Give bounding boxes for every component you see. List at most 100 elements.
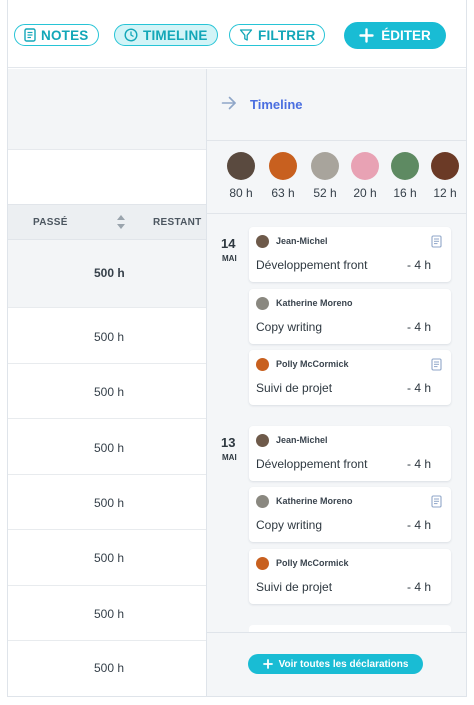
notes-label: NOTES bbox=[41, 27, 89, 43]
table-row[interactable]: 500 h bbox=[8, 530, 206, 586]
person-summary[interactable]: 52 h bbox=[305, 152, 345, 200]
clock-icon bbox=[124, 28, 138, 42]
avatar bbox=[431, 152, 459, 180]
avatar bbox=[269, 152, 297, 180]
card-duration: - 4 h bbox=[406, 258, 431, 272]
passe-cell: 500 h bbox=[94, 661, 125, 675]
day-month: MAI bbox=[222, 254, 237, 263]
person-summary[interactable]: 20 h bbox=[345, 152, 385, 200]
timeline-card[interactable]: Katherine Moreno Copy writing - 4 h bbox=[249, 487, 451, 542]
day-month: MAI bbox=[222, 453, 237, 462]
card-duration: - 4 h bbox=[406, 518, 431, 532]
see-all-declarations-button[interactable]: Voir toutes les déclarations bbox=[248, 654, 423, 674]
timeline-card[interactable]: Katherine Moreno Copy writing - 4 h bbox=[249, 289, 451, 344]
card-task: Copy writing bbox=[256, 518, 323, 532]
panel-footer: Voir toutes les déclarations bbox=[207, 632, 466, 696]
card-person: Katherine Moreno bbox=[276, 496, 353, 506]
day-label: 14 MAI bbox=[221, 236, 237, 263]
sort-icon[interactable] bbox=[116, 214, 126, 230]
document-icon[interactable] bbox=[431, 358, 442, 371]
passe-cell: 500 h bbox=[94, 551, 125, 565]
card-task: Développement front bbox=[256, 258, 368, 272]
filter-button[interactable]: FILTRER bbox=[229, 24, 326, 46]
passe-cell: 500 h bbox=[94, 330, 125, 344]
person-summary[interactable]: 63 h bbox=[263, 152, 303, 200]
person-summary[interactable]: 12 h bbox=[425, 152, 465, 200]
people-strip: 80 h 63 h 52 h 20 h 16 h 12 h bbox=[207, 140, 466, 214]
table-row[interactable]: 500 h bbox=[8, 586, 206, 641]
table-spacer bbox=[8, 69, 206, 150]
person-hours: 63 h bbox=[271, 186, 295, 200]
document-icon[interactable] bbox=[431, 235, 442, 248]
card-duration: - 4 h bbox=[406, 381, 431, 395]
app-frame: NOTES TIMELINE FILTRER ÉDITER PASSÉ REST… bbox=[7, 0, 467, 697]
timeline-label: TIMELINE bbox=[143, 27, 208, 43]
table-spacer bbox=[8, 151, 206, 204]
avatar bbox=[256, 297, 269, 310]
see-all-label: Voir toutes les déclarations bbox=[278, 658, 409, 670]
avatar bbox=[351, 152, 379, 180]
person-hours: 80 h bbox=[229, 186, 253, 200]
passe-cell: 500 h bbox=[94, 441, 125, 455]
hours-table: PASSÉ RESTANT 500 h 500 h 500 h 500 h 50… bbox=[8, 69, 206, 696]
person-hours: 52 h bbox=[313, 186, 337, 200]
arrow-right-icon[interactable] bbox=[221, 96, 237, 110]
avatar bbox=[256, 235, 269, 248]
plus-icon bbox=[359, 28, 374, 43]
filter-icon bbox=[239, 29, 253, 41]
person-hours: 16 h bbox=[393, 186, 417, 200]
document-icon[interactable] bbox=[431, 495, 442, 508]
column-header-restant[interactable]: RESTANT bbox=[153, 217, 202, 228]
card-person: Jean-Michel bbox=[276, 435, 328, 445]
table-row[interactable]: 500 h bbox=[8, 308, 206, 364]
card-duration: - 4 h bbox=[406, 580, 431, 594]
plus-icon bbox=[262, 659, 273, 669]
filter-label: FILTRER bbox=[258, 27, 316, 43]
day-number: 14 bbox=[221, 236, 236, 251]
timeline-card[interactable]: Jean-Michel Développement front - 4 h bbox=[249, 426, 451, 481]
notes-button[interactable]: NOTES bbox=[14, 24, 99, 46]
card-task: Copy writing bbox=[256, 320, 323, 334]
card-person: Polly McCormick bbox=[276, 359, 349, 369]
person-summary[interactable]: 80 h bbox=[221, 152, 261, 200]
avatar bbox=[227, 152, 255, 180]
card-duration: - 4 h bbox=[406, 457, 431, 471]
avatar bbox=[311, 152, 339, 180]
table-row[interactable]: 500 h bbox=[8, 240, 206, 308]
avatar bbox=[391, 152, 419, 180]
table-row[interactable]: 500 h bbox=[8, 475, 206, 530]
card-person: Jean-Michel bbox=[276, 236, 328, 246]
table-row[interactable]: 500 h bbox=[8, 419, 206, 475]
edit-label: ÉDITER bbox=[381, 28, 431, 43]
table-header: PASSÉ RESTANT bbox=[8, 204, 206, 240]
card-person: Katherine Moreno bbox=[276, 298, 353, 308]
card-duration: - 4 h bbox=[406, 320, 431, 334]
panel-header: Timeline bbox=[207, 69, 466, 139]
timeline-card[interactable]: Polly McCormick Suivi de projet - 4 h bbox=[249, 549, 451, 604]
edit-button[interactable]: ÉDITER bbox=[344, 22, 446, 49]
toolbar: NOTES TIMELINE FILTRER ÉDITER bbox=[8, 0, 466, 68]
table-row[interactable]: 500 h bbox=[8, 641, 206, 696]
timeline-card[interactable]: Jean-Michel Développement front - 4 h bbox=[249, 227, 451, 282]
card-person: Polly McCormick bbox=[276, 558, 349, 568]
card-task: Suivi de projet bbox=[256, 580, 333, 594]
column-header-passe[interactable]: PASSÉ bbox=[33, 217, 68, 228]
person-hours: 20 h bbox=[353, 186, 377, 200]
passe-cell: 500 h bbox=[94, 607, 125, 621]
timeline-panel: Timeline 80 h 63 h 52 h 20 h 16 h 12 h 14 MAI… bbox=[206, 69, 466, 696]
passe-cell: 500 h bbox=[94, 266, 125, 280]
passe-cell: 500 h bbox=[94, 385, 125, 399]
avatar bbox=[256, 434, 269, 447]
avatar bbox=[256, 358, 269, 371]
person-summary[interactable]: 16 h bbox=[385, 152, 425, 200]
person-hours: 12 h bbox=[433, 186, 457, 200]
timeline-card[interactable]: Polly McCormick Suivi de projet - 4 h bbox=[249, 350, 451, 405]
day-number: 13 bbox=[221, 435, 236, 450]
day-label: 13 MAI bbox=[221, 435, 237, 462]
avatar bbox=[256, 495, 269, 508]
card-task: Développement front bbox=[256, 457, 368, 471]
timeline-button[interactable]: TIMELINE bbox=[114, 24, 218, 46]
table-row[interactable]: 500 h bbox=[8, 364, 206, 419]
avatar bbox=[256, 557, 269, 570]
card-task: Suivi de projet bbox=[256, 381, 333, 395]
